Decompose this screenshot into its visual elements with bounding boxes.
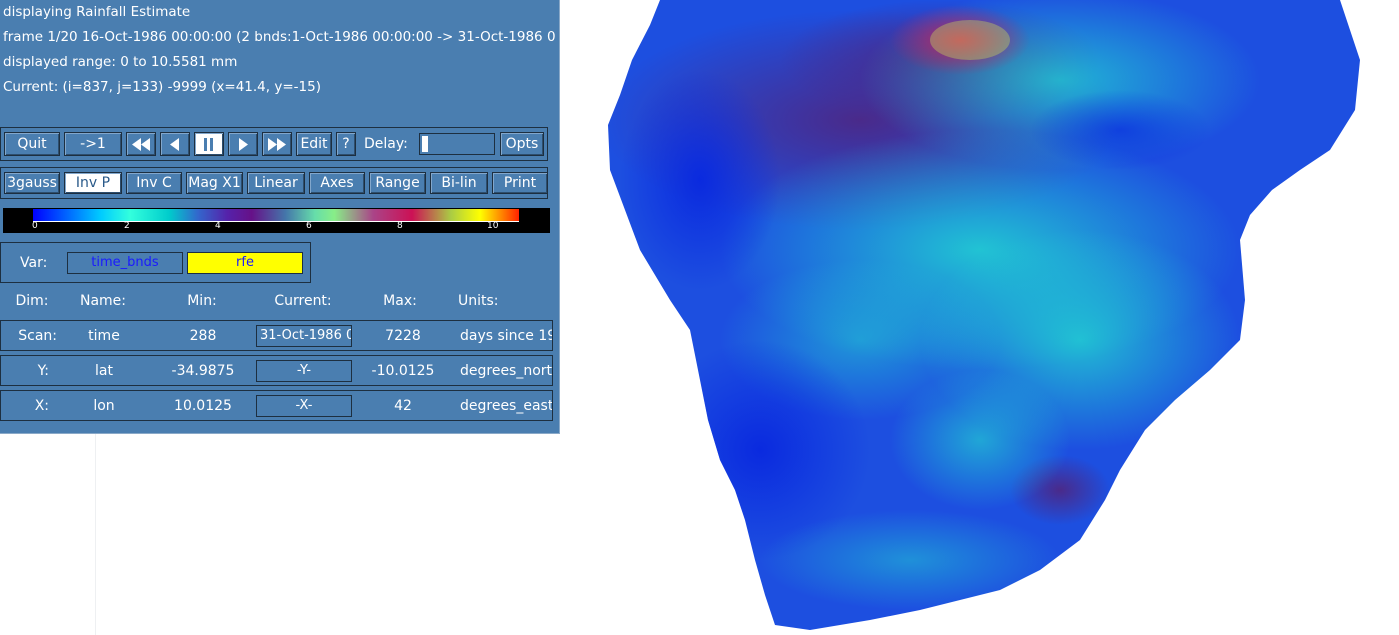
- frame-info-text: frame 1/20 16-Oct-1986 00:00:00 (2 bnds:…: [3, 29, 555, 45]
- colorbar-tick-6: 6: [306, 221, 312, 231]
- dim-name: lon: [93, 398, 115, 414]
- colorbar-gradient: [33, 209, 519, 221]
- dim-name: lat: [95, 363, 113, 379]
- range-button[interactable]: Range: [369, 172, 426, 194]
- fast-backward-icon: [132, 138, 150, 151]
- help-button[interactable]: ?: [336, 132, 356, 156]
- dim-label: Y:: [37, 363, 49, 379]
- invert-physical-button[interactable]: Inv P: [64, 172, 122, 194]
- transform-button[interactable]: Linear: [247, 172, 305, 194]
- rainfall-map-image[interactable]: [560, 0, 1399, 635]
- step-backward-icon: [170, 138, 179, 151]
- display-options-toolbar: 3gauss Inv P Inv C Mag X1 Linear Axes Ra…: [0, 167, 548, 199]
- dim-label: X:: [34, 398, 49, 414]
- colorbar-tick-0: 0: [32, 221, 38, 231]
- colorbar-tick-8: 8: [397, 221, 403, 231]
- dim-header: Dim:: [15, 293, 49, 309]
- current-header: Current:: [274, 293, 332, 309]
- dim-units: degrees_east: [460, 398, 552, 414]
- var-rfe-button[interactable]: rfe: [187, 252, 303, 274]
- current-value-text: Current: (i=837, j=133) -9999 (x=41.4, y…: [3, 79, 321, 95]
- dim-max: 7228: [385, 328, 421, 344]
- dim-units: degrees_nort: [460, 363, 552, 379]
- units-header: Units:: [458, 293, 499, 309]
- dim-current-field[interactable]: 31-Oct-1986 0: [256, 325, 352, 347]
- quit-button[interactable]: Quit: [4, 132, 60, 156]
- dim-current-field[interactable]: -Y-: [256, 360, 352, 382]
- dim-units: days since 19: [460, 328, 552, 344]
- range-text: displayed range: 0 to 10.5581 mm: [3, 54, 238, 70]
- name-header: Name:: [79, 293, 127, 309]
- colorbar[interactable]: 0 2 4 6 8 10: [3, 208, 550, 233]
- rewind-button[interactable]: [126, 132, 156, 156]
- dim-row-scan: Scan: time 288 31-Oct-1986 0 7228 days s…: [0, 320, 553, 351]
- dim-name: time: [88, 328, 120, 344]
- delay-slider-handle[interactable]: [422, 136, 428, 152]
- dim-min: 10.0125: [174, 398, 232, 414]
- dim-min: 288: [189, 328, 217, 344]
- step-back-button[interactable]: [160, 132, 190, 156]
- dim-current-field[interactable]: -X-: [256, 395, 352, 417]
- playback-toolbar: Quit ->1 Edit ? Delay: Opts: [0, 127, 548, 161]
- axes-button[interactable]: Axes: [309, 172, 365, 194]
- ncview-control-panel: displaying Rainfall Estimate frame 1/20 …: [0, 0, 560, 434]
- step-forward-button[interactable]: [228, 132, 258, 156]
- min-header: Min:: [187, 293, 217, 309]
- edit-button[interactable]: Edit: [296, 132, 332, 156]
- max-header: Max:: [383, 293, 417, 309]
- fast-forward-icon: [268, 138, 286, 151]
- print-button[interactable]: Print: [492, 172, 548, 194]
- first-frame-button[interactable]: ->1: [64, 132, 122, 156]
- pause-icon: [204, 138, 213, 151]
- step-forward-icon: [239, 138, 248, 151]
- left-window-edge: [95, 434, 96, 635]
- colorbar-tick-2: 2: [124, 221, 130, 231]
- var-time-bnds-button[interactable]: time_bnds: [67, 252, 183, 274]
- delay-label: Delay:: [364, 136, 408, 152]
- variable-selector: Var: time_bnds rfe: [0, 242, 311, 283]
- colorbar-tick-4: 4: [215, 221, 221, 231]
- dim-row-y: Y: lat -34.9875 -Y- -10.0125 degrees_nor…: [0, 355, 553, 386]
- pause-button[interactable]: [194, 132, 224, 156]
- dim-max: 42: [394, 398, 412, 414]
- colorbar-axis: [33, 221, 519, 222]
- dim-label: Scan:: [18, 328, 57, 344]
- invert-colormap-button[interactable]: Inv C: [126, 172, 182, 194]
- dim-max: -10.0125: [371, 363, 435, 379]
- var-label: Var:: [20, 255, 48, 271]
- colorbar-tick-10: 10: [487, 221, 499, 231]
- colormap-button[interactable]: 3gauss: [4, 172, 60, 194]
- dim-row-x: X: lon 10.0125 -X- 42 degrees_east: [0, 390, 553, 421]
- opts-button[interactable]: Opts: [500, 132, 544, 156]
- delay-slider[interactable]: [419, 133, 495, 155]
- dim-min: -34.9875: [171, 363, 235, 379]
- fast-forward-button[interactable]: [262, 132, 292, 156]
- magnification-button[interactable]: Mag X1: [186, 172, 243, 194]
- title-text: displaying Rainfall Estimate: [3, 4, 191, 20]
- bilinear-button[interactable]: Bi-lin: [430, 172, 488, 194]
